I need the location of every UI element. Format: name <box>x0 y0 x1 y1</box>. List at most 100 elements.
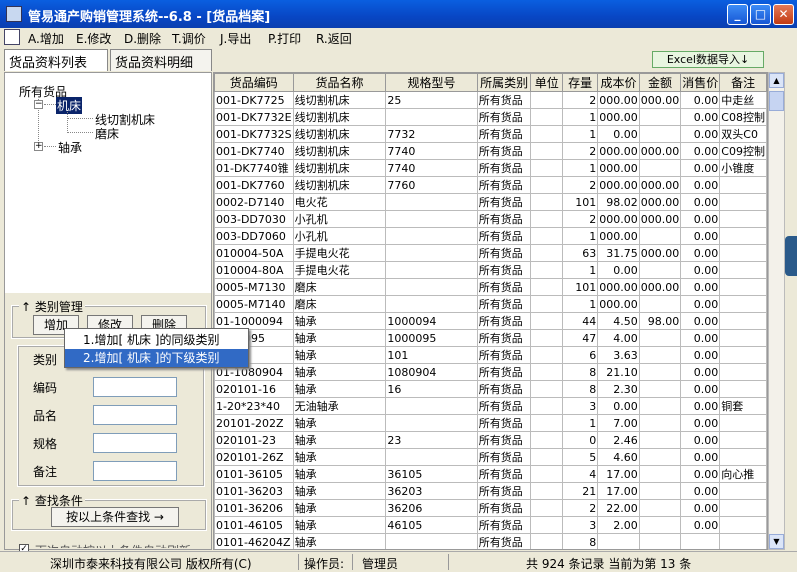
menu-add[interactable]: A.增加 <box>28 30 64 47</box>
table-cell[interactable] <box>719 414 767 432</box>
table-cell[interactable]: 020101-26Z <box>214 448 294 466</box>
table-cell[interactable]: 0.00 <box>680 499 721 517</box>
table-cell[interactable] <box>719 312 767 330</box>
column-header[interactable]: 规格型号 <box>385 73 478 92</box>
table-cell[interactable]: 所有货品 <box>476 431 532 449</box>
table-cell[interactable] <box>719 482 767 500</box>
table-cell[interactable]: 0.00 <box>597 261 640 279</box>
table-cell[interactable]: 1000094 <box>385 312 478 330</box>
table-cell[interactable]: 17.00 <box>597 465 640 483</box>
table-cell[interactable]: 000.00 <box>597 210 640 228</box>
table-cell[interactable]: 0101-36105 <box>214 465 294 483</box>
table-row[interactable]: 0005-M7140 磨床 所有货品 1 000.00 0.00 <box>214 295 767 313</box>
table-cell[interactable]: 1 <box>562 125 599 143</box>
table-cell[interactable]: 中走丝 <box>719 91 767 109</box>
scroll-down-icon[interactable]: ▼ <box>769 534 784 549</box>
table-cell[interactable]: 所有货品 <box>476 193 532 211</box>
table-cell[interactable]: 1 <box>562 295 599 313</box>
table-cell[interactable] <box>719 227 767 245</box>
column-header[interactable]: 存量 <box>562 73 599 92</box>
table-row[interactable]: 010004-80A 手提电火花 所有货品 1 0.00 0.00 <box>214 261 767 279</box>
table-cell[interactable] <box>530 380 564 398</box>
table-cell[interactable] <box>385 414 478 432</box>
table-cell[interactable]: 轴承 <box>292 482 387 500</box>
table-cell[interactable]: 0.00 <box>680 210 721 228</box>
table-cell[interactable]: 手提电火花 <box>292 261 387 279</box>
table-cell[interactable] <box>719 431 767 449</box>
table-cell[interactable] <box>638 414 682 432</box>
table-cell[interactable]: 所有货品 <box>476 414 532 432</box>
table-cell[interactable] <box>638 380 682 398</box>
table-cell[interactable]: 7760 <box>385 176 478 194</box>
table-cell[interactable]: 3.63 <box>597 346 640 364</box>
table-cell[interactable]: 4.00 <box>597 329 640 347</box>
table-cell[interactable]: 44 <box>562 312 599 330</box>
table-cell[interactable]: 0.00 <box>680 261 721 279</box>
table-cell[interactable] <box>719 329 767 347</box>
table-cell[interactable] <box>719 448 767 466</box>
table-cell[interactable]: 所有货品 <box>476 176 532 194</box>
table-cell[interactable]: 17.00 <box>597 482 640 500</box>
table-cell[interactable]: 所有货品 <box>476 108 532 126</box>
table-cell[interactable]: 98.02 <box>597 193 640 211</box>
close-button[interactable]: ✕ <box>773 4 794 25</box>
table-cell[interactable] <box>638 482 682 500</box>
table-cell[interactable]: 7732 <box>385 125 478 143</box>
table-cell[interactable] <box>719 261 767 279</box>
table-cell[interactable]: 003-DD7060 <box>214 227 294 245</box>
code-input[interactable] <box>93 377 177 397</box>
table-cell[interactable]: 0.00 <box>597 125 640 143</box>
table-cell[interactable] <box>719 499 767 517</box>
table-row[interactable]: 0002-D7140 电火花 所有货品 101 98.02 000.00 0.00 <box>214 193 767 211</box>
table-cell[interactable]: 0.00 <box>680 278 721 296</box>
table-cell[interactable]: 所有货品 <box>476 397 532 415</box>
table-cell[interactable] <box>385 193 478 211</box>
table-cell[interactable]: 0005-M7130 <box>214 278 294 296</box>
table-cell[interactable] <box>638 448 682 466</box>
table-cell[interactable]: 000.00 <box>597 142 640 160</box>
table-cell[interactable]: 所有货品 <box>476 516 532 534</box>
table-cell[interactable]: 000.00 <box>638 176 682 194</box>
menu-print[interactable]: P.打印 <box>268 30 301 47</box>
table-cell[interactable]: 3 <box>562 516 599 534</box>
table-cell[interactable] <box>719 193 767 211</box>
table-cell[interactable] <box>638 125 682 143</box>
table-cell[interactable]: 0.00 <box>680 346 721 364</box>
side-tab-icon[interactable] <box>785 236 797 276</box>
table-cell[interactable]: 所有货品 <box>476 227 532 245</box>
table-cell[interactable]: 000.00 <box>638 193 682 211</box>
table-cell[interactable]: 31.75 <box>597 244 640 262</box>
table-cell[interactable] <box>530 312 564 330</box>
table-cell[interactable]: 5 <box>562 448 599 466</box>
table-cell[interactable]: 000.00 <box>597 227 640 245</box>
table-cell[interactable]: 0.00 <box>680 482 721 500</box>
column-header[interactable]: 单位 <box>530 73 564 92</box>
table-row[interactable]: 001-DK7732S 线切割机床 7732 所有货品 1 0.00 0.00 双头C0 <box>214 125 767 143</box>
table-cell[interactable]: 101 <box>562 193 599 211</box>
table-row[interactable]: 0005-M7130 磨床 所有货品 101 000.00 000.00 0.00 <box>214 278 767 296</box>
table-cell[interactable]: 020101-16 <box>214 380 294 398</box>
table-cell[interactable]: 所有货品 <box>476 125 532 143</box>
table-cell[interactable] <box>385 244 478 262</box>
search-button[interactable]: 按以上条件查找 → <box>51 507 179 527</box>
table-cell[interactable] <box>530 176 564 194</box>
table-cell[interactable]: 2.46 <box>597 431 640 449</box>
table-cell[interactable]: 所有货品 <box>476 448 532 466</box>
table-cell[interactable] <box>530 397 564 415</box>
column-header[interactable]: 货品编码 <box>214 73 294 92</box>
table-cell[interactable]: 000.00 <box>597 278 640 296</box>
table-cell[interactable]: 101 <box>385 346 478 364</box>
table-row[interactable]: 001-DK7725 线切割机床 25 所有货品 2 000.00 000.00 0.00 中走… <box>214 91 767 109</box>
column-header[interactable]: 成本价 <box>597 73 640 92</box>
table-cell[interactable] <box>530 159 564 177</box>
table-cell[interactable]: 0.00 <box>680 516 721 534</box>
table-cell[interactable] <box>530 261 564 279</box>
table-cell[interactable]: 0.00 <box>680 431 721 449</box>
table-cell[interactable] <box>530 346 564 364</box>
table-cell[interactable] <box>597 533 640 549</box>
tree-node-grinder[interactable]: 磨床 <box>95 125 119 142</box>
table-cell[interactable]: 01-DK7740锥 <box>214 159 294 177</box>
table-cell[interactable] <box>530 431 564 449</box>
table-cell[interactable]: 001-DK7740 <box>214 142 294 160</box>
table-cell[interactable]: 21 <box>562 482 599 500</box>
